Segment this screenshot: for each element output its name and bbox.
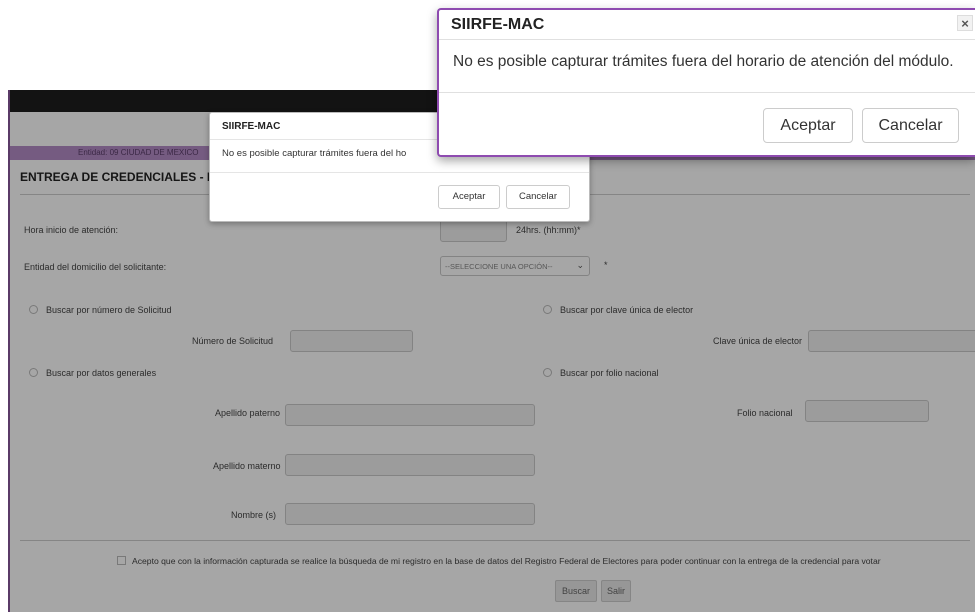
hora-label: Hora inicio de atención: (24, 225, 119, 235)
accept-button[interactable]: Aceptar (763, 108, 853, 143)
entidad-label: Entidad del domicilio del solicitante: (24, 262, 167, 272)
nombre-label: Nombre (s) (231, 510, 277, 520)
entidad-select[interactable]: --SELECCIONE UNA OPCIÓN-- ⌄ (440, 256, 590, 276)
required-mark: * (604, 260, 608, 270)
apellido-materno-label: Apellido materno (213, 461, 281, 471)
folio-label: Folio nacional (737, 408, 793, 418)
cancel-button[interactable]: Cancelar (862, 108, 959, 143)
radio-datos-label: Buscar por datos generales (46, 368, 157, 378)
apellido-paterno-input[interactable] (285, 404, 535, 426)
dialog-message: No es posible capturar trámites fuera de… (453, 53, 954, 70)
close-icon[interactable]: × (957, 15, 973, 31)
buscar-button[interactable]: Buscar (555, 580, 597, 602)
radio-clave-label: Buscar por clave única de elector (560, 305, 694, 315)
chevron-down-icon: ⌄ (576, 260, 584, 270)
apellido-paterno-label: Apellido paterno (215, 408, 281, 418)
numero-solicitud-label: Número de Solicitud (192, 336, 274, 346)
cancel-button[interactable]: Cancelar (506, 185, 570, 209)
dialog-header: SIIRFE-MAC × (439, 10, 975, 40)
accept-button[interactable]: Aceptar (438, 185, 500, 209)
clave-input[interactable] (808, 330, 975, 352)
consent-checkbox[interactable] (117, 556, 126, 565)
radio-solicitud[interactable] (29, 305, 38, 314)
dialog-title: SIIRFE-MAC (451, 16, 545, 33)
hora-input[interactable] (440, 220, 507, 242)
apellido-materno-input[interactable] (285, 454, 535, 476)
folio-input[interactable] (805, 400, 929, 422)
salir-button[interactable]: Salir (601, 580, 631, 602)
radio-folio-label: Buscar por folio nacional (560, 368, 659, 378)
entidad-select-value: --SELECCIONE UNA OPCIÓN-- (445, 262, 553, 271)
radio-folio[interactable] (543, 368, 552, 377)
divider (20, 540, 970, 541)
page-title: ENTREGA DE CREDENCIALES - Bu (20, 170, 223, 184)
entity-label: Entidad: 09 CIUDAD DE MEXICO (78, 148, 199, 157)
radio-datos[interactable] (29, 368, 38, 377)
dialog-footer: Aceptar Cancelar (210, 172, 589, 221)
dialog-footer: Aceptar Cancelar (439, 92, 975, 155)
hora-hint: 24hrs. (hh:mm)* (516, 225, 581, 235)
alert-dialog-zoomed: SIIRFE-MAC × No es posible capturar trám… (437, 8, 975, 157)
consent-text: Acepto que con la información capturada … (132, 556, 881, 566)
numero-solicitud-input[interactable] (290, 330, 413, 352)
nombre-input[interactable] (285, 503, 535, 525)
radio-solicitud-label: Buscar por número de Solicitud (46, 305, 172, 315)
clave-label: Clave única de elector (713, 336, 803, 346)
radio-clave[interactable] (543, 305, 552, 314)
